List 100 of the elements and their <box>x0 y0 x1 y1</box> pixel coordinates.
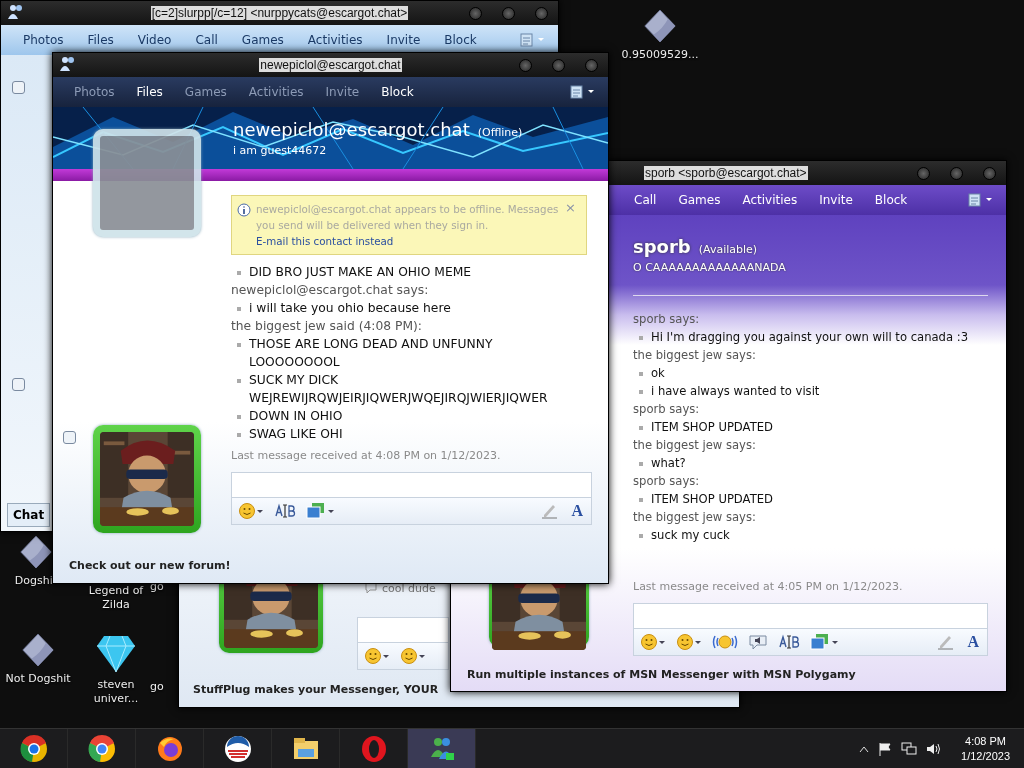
message-text: SWAG LIKE OHI <box>249 426 343 443</box>
message-text: suck my cuck <box>651 527 730 544</box>
smiley-icon[interactable] <box>364 647 390 665</box>
window-control-icon[interactable] <box>519 59 532 72</box>
background-icon[interactable] <box>306 502 336 520</box>
menu-item[interactable]: Block <box>370 85 425 99</box>
nudge-icon[interactable] <box>712 633 738 651</box>
voice-clip-icon[interactable] <box>748 633 768 651</box>
menu-item[interactable]: Invite <box>374 33 433 47</box>
menu-item[interactable]: Call <box>623 193 668 207</box>
background-icon[interactable] <box>810 633 840 651</box>
clock-time: 4:08 PM <box>965 734 1006 749</box>
message-text: ITEM SHOP UPDATED <box>651 419 773 436</box>
message-input[interactable] <box>357 617 449 643</box>
contact-status: (Offline) <box>477 126 523 139</box>
menu-item[interactable]: Files <box>75 33 126 47</box>
contact-status: (Available) <box>698 243 758 256</box>
speech-bubble-icon <box>364 581 378 595</box>
window-title: [c=2]slurpp[/c=12] <nurppycats@escargot.chat> <box>150 6 409 20</box>
window-control-icon[interactable] <box>552 59 565 72</box>
bullet-icon <box>639 336 643 340</box>
text-style-icon[interactable] <box>274 502 296 520</box>
font-button[interactable]: A <box>569 502 585 520</box>
window-control-icon[interactable] <box>585 59 598 72</box>
flag-icon[interactable] <box>878 742 893 756</box>
desktop-icon-label[interactable]: 0.95009529... <box>621 48 699 62</box>
window-control-icon[interactable] <box>917 167 930 180</box>
diamond-file-icon[interactable] <box>20 534 52 570</box>
menu-item[interactable]: Photos <box>11 33 76 47</box>
last-message-note: Last message received at 4:05 PM on 1/12/2023. <box>633 580 904 593</box>
menu-item[interactable]: Call <box>183 33 230 47</box>
sender-line: sporb says: <box>633 473 701 490</box>
last-message-note: Last message received at 4:08 PM on 1/12/2023. <box>231 449 502 462</box>
bullet-icon <box>639 426 643 430</box>
window-control-icon[interactable] <box>983 167 996 180</box>
network-icon[interactable] <box>901 742 918 756</box>
message-text: THOSE ARE LONG DEAD AND UNFUNNY LOOOOOOOOL <box>249 336 494 371</box>
message-text: i will take you ohio because here <box>249 300 451 317</box>
diamond-file-icon[interactable] <box>644 8 676 44</box>
sender-line: sporb says: <box>633 311 701 328</box>
menu-item[interactable]: Games <box>229 33 296 47</box>
ad-link[interactable]: StuffPlug makes your Messenger, YOUR <box>193 683 439 696</box>
menu-item[interactable]: Games <box>667 193 732 207</box>
font-button[interactable]: A <box>965 633 981 651</box>
collapse-toggle-icon[interactable] <box>12 378 25 391</box>
sender-line: sporb says: <box>633 401 701 418</box>
sender-line: newepiclol@escargot.chat says: <box>231 282 430 299</box>
desktop-icon-label[interactable]: go <box>150 580 164 594</box>
menu-item[interactable]: Files <box>125 85 174 99</box>
text-style-icon[interactable] <box>778 633 800 651</box>
window-title: sporb <sporb@escargot.chat> <box>644 166 808 180</box>
message-input[interactable] <box>231 472 592 498</box>
message-text: what? <box>651 455 686 472</box>
menu-item[interactable]: Block <box>432 33 489 47</box>
bullet-icon <box>639 534 643 538</box>
bullet-icon <box>639 498 643 502</box>
show-hidden-icons-icon[interactable] <box>859 745 870 753</box>
bullet-icon <box>639 390 643 394</box>
wink-icon[interactable] <box>400 647 426 665</box>
window-control-icon[interactable] <box>950 167 963 180</box>
bullet-icon <box>237 271 241 275</box>
ad-link[interactable]: Check out our new forum! <box>69 559 231 572</box>
diamond-file-icon[interactable] <box>22 632 54 668</box>
sender-line: the biggest jew says: <box>633 347 757 364</box>
volume-icon[interactable] <box>926 742 943 756</box>
smiley-icon[interactable] <box>238 502 264 520</box>
email-contact-link[interactable]: E-mail this contact instead <box>256 233 394 249</box>
message-text: ok <box>651 365 665 382</box>
show-menu-icon[interactable] <box>968 192 994 208</box>
personal-message: O CAAAAAAAAAAAAANADA <box>633 261 787 274</box>
message-text: Hi I'm dragging you against your own will to canada :3 <box>651 329 969 346</box>
show-menu-icon[interactable] <box>570 84 596 100</box>
wink-icon[interactable] <box>676 633 702 651</box>
desktop-icon-label[interactable]: Not Dogshit <box>5 672 71 686</box>
ad-link[interactable]: Run multiple instances of MSN Messenger with MSN Polygamy <box>467 668 856 681</box>
bullet-icon <box>237 433 241 437</box>
message-text: DOWN IN OHIO <box>249 408 343 425</box>
menu-item[interactable]: Invite <box>808 193 864 207</box>
window-control-icon[interactable] <box>502 7 515 20</box>
messenger-icon <box>7 4 25 20</box>
collapse-toggle-icon[interactable] <box>12 81 25 94</box>
sender-line: the biggest jew says: <box>633 437 757 454</box>
clock[interactable]: 4:08 PM 1/12/2023 <box>961 734 1010 764</box>
smiley-icon[interactable] <box>640 633 666 651</box>
window-control-icon[interactable] <box>535 7 548 20</box>
sender-line: the biggest jew says: <box>633 509 757 526</box>
menu-item[interactable]: Video <box>125 33 184 47</box>
message-input[interactable] <box>633 603 988 629</box>
desktop-icon-label[interactable]: go <box>150 680 164 694</box>
menu-item[interactable]: Activities <box>295 33 375 47</box>
menu-item[interactable]: Block <box>863 193 919 207</box>
bullet-icon <box>237 307 241 311</box>
message-text: ITEM SHOP UPDATED <box>651 491 773 508</box>
messenger-icon <box>59 56 77 72</box>
window-control-icon[interactable] <box>469 7 482 20</box>
collapse-toggle-icon[interactable] <box>63 431 76 444</box>
window-title: newepiclol@escargot.chat <box>259 58 402 72</box>
menu-item[interactable]: Activities <box>731 193 809 207</box>
chat-button[interactable]: Chat <box>7 503 51 527</box>
message-text: i have always wanted to visit <box>651 383 820 400</box>
